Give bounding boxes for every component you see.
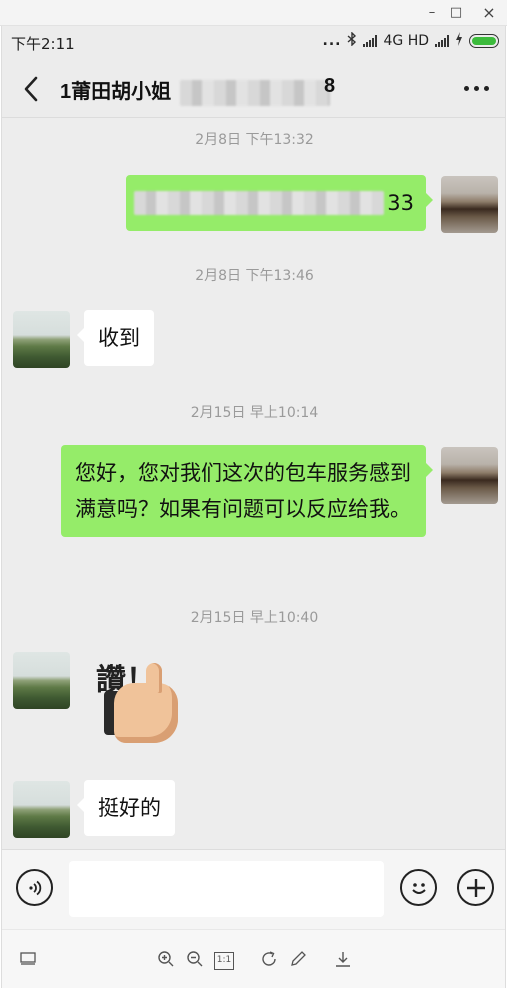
network-label: 4G HD <box>383 33 429 49</box>
zoom-in-icon[interactable] <box>155 950 177 972</box>
avatar-contact[interactable] <box>13 311 70 368</box>
signal-icon-2 <box>435 35 449 47</box>
signal-icon <box>363 35 378 47</box>
message-bubble-out[interactable]: 33 <box>126 175 433 231</box>
voice-icon[interactable] <box>16 869 53 906</box>
thumbs-up-sticker[interactable]: 讚！ <box>94 651 186 751</box>
status-bar: 下午2:11 ... 4G HD <box>2 26 505 60</box>
redacted-text <box>134 191 384 215</box>
avatar-self[interactable] <box>441 447 498 504</box>
screen-icon[interactable] <box>17 950 39 972</box>
message-bubble-out[interactable]: 您好，您对我们这次的包车服务感到满意吗？如果有问题可以反应给我。 <box>61 445 433 537</box>
maximize-button[interactable]: □ <box>446 3 466 23</box>
redacted-title <box>180 80 330 106</box>
phone-screen: 下午2:11 ... 4G HD 1莆田胡小姐 8 2月8日 下午13:32 3… <box>1 26 506 988</box>
chat-header: 1莆田胡小姐 8 <box>2 60 505 118</box>
chat-title: 1莆田胡小姐 <box>60 81 172 103</box>
edit-icon[interactable] <box>287 950 309 972</box>
bluetooth-icon <box>347 31 357 50</box>
viewer-toolbar: 1:1 <box>2 929 505 988</box>
message-text: 33 <box>387 191 414 215</box>
plus-icon[interactable] <box>457 869 494 906</box>
status-time: 下午2:11 <box>11 35 75 53</box>
timestamp: 2月15日 早上10:40 <box>190 610 319 626</box>
message-list[interactable]: 2月8日 下午13:32 33 2月8日 下午13:46 收到 2月15日 早上… <box>2 119 505 849</box>
actual-size-icon[interactable]: 1:1 <box>214 952 234 970</box>
lightning-icon <box>455 32 463 50</box>
message-bubble-in[interactable]: 挺好的 <box>77 780 175 836</box>
chat-title-tail: 8 <box>324 75 336 97</box>
timestamp: 2月8日 下午13:32 <box>195 132 314 148</box>
rotate-icon[interactable] <box>258 950 280 972</box>
avatar-self[interactable] <box>441 176 498 233</box>
status-dots: ... <box>322 33 342 49</box>
battery-icon <box>469 34 499 48</box>
message-bubble-in[interactable]: 收到 <box>77 310 154 366</box>
ellipsis-icon[interactable] <box>464 86 489 91</box>
thumb-up-icon <box>146 663 162 693</box>
message-input[interactable] <box>69 861 384 917</box>
chevron-left-icon[interactable] <box>20 74 44 104</box>
input-bar <box>2 849 505 929</box>
timestamp: 2月8日 下午13:46 <box>195 268 314 284</box>
close-button[interactable]: × <box>479 3 499 23</box>
zoom-out-icon[interactable] <box>184 950 206 972</box>
avatar-contact[interactable] <box>13 781 70 838</box>
timestamp: 2月15日 早上10:14 <box>190 405 319 421</box>
avatar-contact[interactable] <box>13 652 70 709</box>
minimize-button[interactable]: – <box>422 3 442 23</box>
window-title-bar: – □ × <box>0 0 507 26</box>
emoji-icon[interactable] <box>400 869 437 906</box>
download-icon[interactable] <box>332 950 354 972</box>
